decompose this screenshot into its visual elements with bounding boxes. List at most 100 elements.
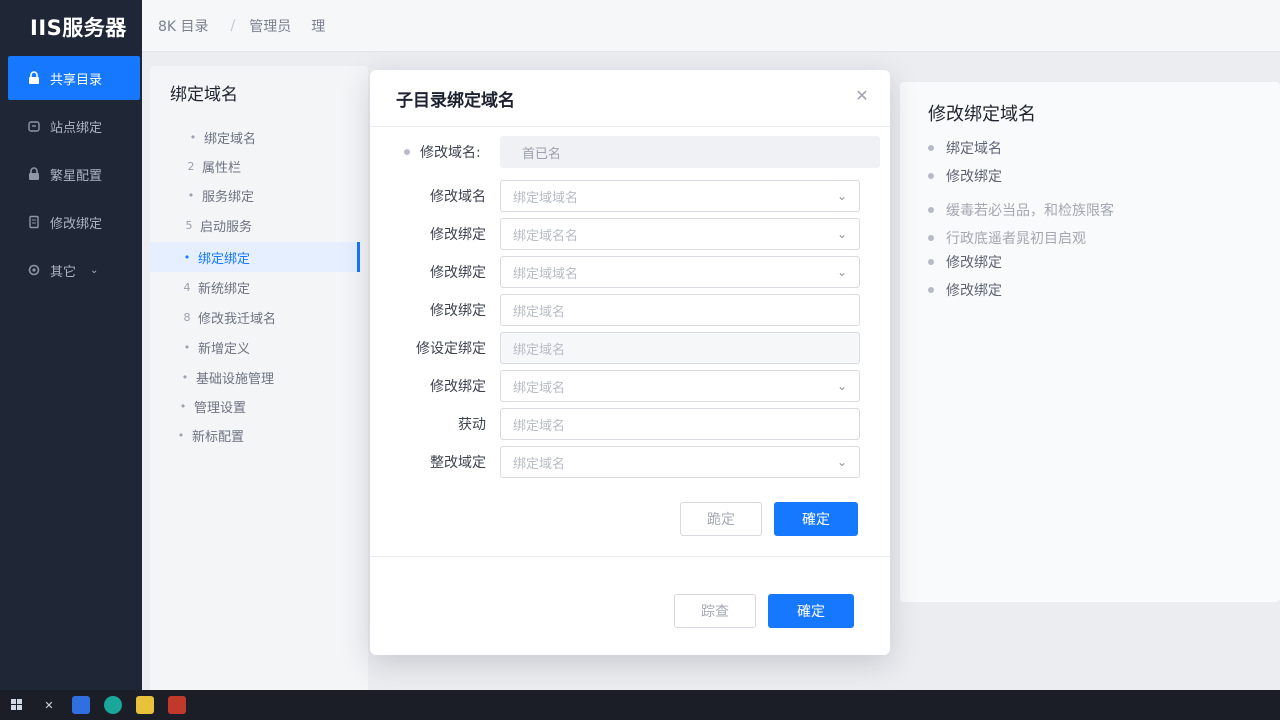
field-placeholder: 绑定域名 xyxy=(513,418,566,434)
form-row: 获动 绑定域名 xyxy=(390,408,860,440)
breadcrumb-separator: / xyxy=(230,17,236,34)
bullet-dot xyxy=(928,173,934,179)
form-label: 获动 xyxy=(458,417,486,433)
bullet-dot xyxy=(928,287,934,293)
sidebar: IIS服务器 共享目录 站点绑定 繁星配置 修改绑定 其它 ⌄ xyxy=(0,0,142,700)
tree-item-label: 属性栏 xyxy=(202,160,242,176)
chevron-down-icon: ⌄ xyxy=(836,265,847,279)
readonly-value: 首已名 xyxy=(500,136,880,168)
windows-start-icon[interactable] xyxy=(8,696,26,714)
binding-select[interactable]: 绑定域域名 ⌄ xyxy=(500,256,860,288)
chevron-down-icon: ⌄ xyxy=(836,455,847,469)
sidebar-item-modify-binding[interactable]: 修改绑定 xyxy=(8,200,140,244)
chevron-down-icon: ⌄ xyxy=(836,227,847,241)
tree-item-label: 新标配置 xyxy=(192,429,245,445)
tree-item[interactable]: 5 启动服务 xyxy=(182,210,352,240)
app-icon[interactable] xyxy=(168,696,186,714)
sidebar-item-shared-directory[interactable]: 共享目录 xyxy=(8,56,140,100)
info-item-text: 修改绑定 xyxy=(946,255,1002,271)
tree-item[interactable]: • 服务绑定 xyxy=(184,180,354,210)
inner-confirm-button[interactable]: 確定 xyxy=(774,502,858,536)
app-icon[interactable] xyxy=(72,696,90,714)
domain-select[interactable]: 绑定域域名 ⌄ xyxy=(500,180,860,212)
info-item: 修改绑定 xyxy=(928,166,1002,186)
bind-domain-dialog: 子目录绑定域名 ✕ 修改域名: 首已名 修改域名 绑定域域名 ⌄ 修改绑定 绑定域… xyxy=(370,70,890,655)
tree-item-marker: • xyxy=(189,130,197,144)
inner-cancel-button[interactable]: 跪定 xyxy=(680,502,762,536)
form-row: 修改域名 绑定域域名 ⌄ xyxy=(390,180,860,212)
info-item-text: 行政底遥者晁初目启观 xyxy=(946,231,1086,247)
tree-item[interactable]: 8 修改我迁域名 xyxy=(180,302,355,332)
form-row: 整改域定 绑定域名 ⌄ xyxy=(390,446,860,478)
file-icon xyxy=(26,214,42,230)
tree-item-marker: • xyxy=(179,399,187,413)
form-row: 修改绑定 绑定域名 xyxy=(390,294,860,326)
close-icon[interactable]: ✕ xyxy=(852,86,872,106)
tree-item-label: 管理设置 xyxy=(194,400,247,416)
form-row: 修改绑定 绑定域名名 ⌄ xyxy=(390,218,860,250)
binding-select[interactable]: 绑定域名 ⌄ xyxy=(500,446,860,478)
info-item-text: 绑定域名 xyxy=(946,141,1002,157)
tree-item-marker: • xyxy=(183,250,191,264)
tree-item-label: 服务绑定 xyxy=(202,189,255,205)
field-placeholder: 绑定域名 xyxy=(513,304,566,320)
gear-icon xyxy=(26,262,42,278)
tree-item[interactable]: • 基础设施管理 xyxy=(178,362,353,392)
bullet-dot xyxy=(928,145,934,151)
bullet-dot xyxy=(928,207,934,213)
sidebar-item-other[interactable]: 其它 ⌄ xyxy=(8,248,140,292)
info-panel: 修改绑定域名 绑定域名 修改绑定 缓毒若必当品，和检族限客 行政底遥者晁初目启观… xyxy=(900,82,1280,602)
sidebar-item-label: 修改绑定 xyxy=(50,216,103,232)
tree-item-marker: • xyxy=(177,428,185,442)
tree-item[interactable]: • 新标配置 xyxy=(174,420,344,450)
tree-item-active[interactable]: • 绑定绑定 xyxy=(150,242,360,272)
info-item: 缓毒若必当品，和检族限客 xyxy=(928,200,1114,220)
field-placeholder: 绑定域名名 xyxy=(513,228,579,244)
breadcrumb-item[interactable]: 8K 目录 xyxy=(158,16,209,36)
lock-icon xyxy=(26,70,42,86)
breadcrumb-item[interactable]: 理 xyxy=(311,16,325,36)
sidebar-item-label: 繁星配置 xyxy=(50,168,103,184)
binding-select[interactable]: 绑定域名 ⌄ xyxy=(500,370,860,402)
sidebar-item-site-binding[interactable]: 站点绑定 xyxy=(8,104,140,148)
breadcrumb-item[interactable]: 管理员 xyxy=(249,16,291,36)
tree-item-marker: 2 xyxy=(187,159,195,173)
info-item: 行政底遥者晁初目启观 xyxy=(928,228,1086,248)
top-bar: 8K 目录 / 管理员 理 xyxy=(142,0,1280,52)
tree-item-label: 新统绑定 xyxy=(198,281,251,297)
binding-select[interactable]: 绑定域名名 ⌄ xyxy=(500,218,860,250)
info-item-text: 缓毒若必当品，和检族限客 xyxy=(946,203,1114,219)
tree-item-label: 绑定域名 xyxy=(204,131,257,147)
sidebar-item-config[interactable]: 繁星配置 xyxy=(8,152,140,196)
tree-item[interactable]: • 绑定域名 xyxy=(186,122,356,152)
divider xyxy=(370,126,890,127)
tree-item[interactable]: • 管理设置 xyxy=(176,391,346,421)
browser-icon[interactable] xyxy=(104,696,122,714)
os-taskbar: ✕ xyxy=(0,690,1280,720)
field-placeholder: 绑定域名 xyxy=(513,342,566,358)
close-icon[interactable]: ✕ xyxy=(40,696,58,714)
divider xyxy=(370,556,890,557)
bullet-dot xyxy=(404,149,410,155)
tree-item[interactable]: 2 属性栏 xyxy=(184,151,354,181)
binding-input[interactable]: 绑定域名 xyxy=(500,294,860,326)
tree-item[interactable]: • 新增定义 xyxy=(180,332,350,362)
form-label: 修改绑定 xyxy=(430,227,486,243)
tree-panel-title: 绑定域名 xyxy=(170,85,238,105)
confirm-button[interactable]: 確定 xyxy=(768,594,854,628)
dialog-title: 子目录绑定域名 xyxy=(396,91,515,111)
tree-item[interactable]: 4 新统绑定 xyxy=(180,272,350,302)
info-item: 修改绑定 xyxy=(928,252,1002,272)
folder-icon[interactable] xyxy=(136,696,154,714)
form-row: 修设定绑定 绑定域名 xyxy=(390,332,860,364)
cancel-button[interactable]: 踪查 xyxy=(674,594,756,628)
tree-panel: 绑定域名 • 绑定域名 2 属性栏 • 服务绑定 5 启动服务 • 绑定绑定 4… xyxy=(150,66,368,694)
tree-item-label: 绑定绑定 xyxy=(198,251,251,267)
tree-item-label: 基础设施管理 xyxy=(196,371,275,387)
form-label: 修设定绑定 xyxy=(416,341,486,357)
form-label: 修改绑定 xyxy=(430,303,486,319)
action-input[interactable]: 绑定域名 xyxy=(500,408,860,440)
binding-input-disabled[interactable]: 绑定域名 xyxy=(500,332,860,364)
tree-item-marker: • xyxy=(183,340,191,354)
sidebar-item-label: 共享目录 xyxy=(50,72,103,88)
